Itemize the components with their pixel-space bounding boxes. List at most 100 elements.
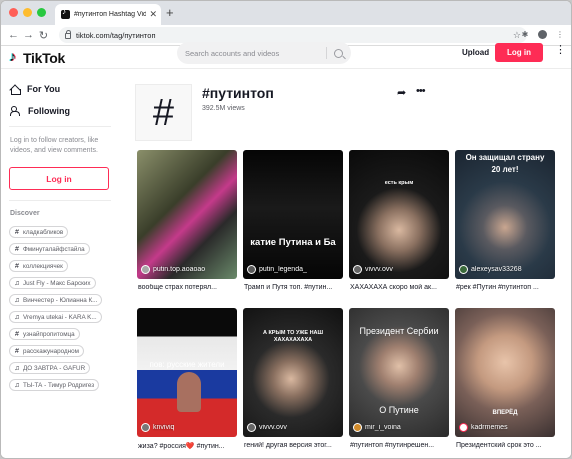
search-divider: [326, 47, 327, 59]
browser-menu-icon[interactable]: ⋮: [555, 29, 565, 39]
video-author[interactable]: alexeysav33268: [459, 265, 551, 274]
sidebar: For You Following Log in to follow creat…: [1, 70, 119, 458]
sidebar-login-button[interactable]: Log in: [9, 167, 109, 190]
video-caption[interactable]: Президентский срок это ...: [456, 442, 556, 449]
discover-chip-music[interactable]: ♫ ДО ЗАВТРА - GAFUR: [9, 362, 91, 374]
header-login-button[interactable]: Log in: [495, 43, 543, 62]
avatar: [353, 265, 362, 274]
sidebar-item-label: Following: [28, 106, 70, 116]
video-thumbnail[interactable]: Он защищал страну 20 лет! alexeysav33268: [455, 150, 555, 279]
chip-label: кладкабликов: [23, 228, 64, 236]
music-note-icon: ♫: [14, 279, 20, 287]
upload-link[interactable]: Upload: [462, 48, 489, 57]
forward-arrow-icon[interactable]: →: [21, 29, 36, 41]
username: vivvv.ovv: [259, 424, 287, 431]
video-author[interactable]: knviviq: [141, 423, 233, 432]
close-window-button[interactable]: [9, 8, 18, 17]
logo-text: TikTok: [23, 50, 66, 66]
sidebar-item-for-you[interactable]: For You: [10, 82, 60, 96]
browser-toolbar-icons: ✱ ⋮: [520, 29, 565, 39]
tiktok-favicon-icon: [61, 7, 70, 19]
search-icon[interactable]: [334, 48, 343, 58]
url-text[interactable]: tiktok.com/tag/путинтоп: [76, 31, 513, 40]
video-caption[interactable]: ХАХАХАХА скоро мой ак...: [350, 284, 450, 291]
chip-label: узнайпропитомца: [23, 330, 75, 338]
login-prompt: Log in to follow creators, like videos, …: [10, 137, 99, 154]
video-author[interactable]: kadrmemes: [459, 423, 551, 432]
discover-chip-hashtag[interactable]: # коллекциячек: [9, 260, 68, 272]
discover-chip-hashtag[interactable]: # Фминуталайфстайла: [9, 243, 90, 255]
video-overlay-text-secondary: О Путине: [379, 405, 419, 415]
discover-chip-music[interactable]: ♫ Vremya utekai - KARA K...: [9, 311, 102, 323]
video-overlay-text: А КРЫМ ТО УЖЕ НАШ ХАХАХАХАХА: [262, 330, 324, 343]
username: alexeysav33268: [471, 266, 522, 273]
video-caption[interactable]: Трамп и Путя топ. #путин...: [244, 284, 344, 291]
video-author[interactable]: putin_legenda_: [247, 265, 339, 274]
discover-chip-hashtag[interactable]: # узнайпропитомца: [9, 328, 80, 340]
video-author[interactable]: putin.top.aoaoao: [141, 265, 233, 274]
video-thumbnail[interactable]: ВПЕРЁД kadrmemes: [455, 308, 555, 437]
video-author[interactable]: mir_i_voina: [353, 423, 445, 432]
video-caption[interactable]: гений! другая версия этог...: [244, 442, 344, 449]
music-note-icon: ♫: [14, 296, 20, 304]
video-author[interactable]: vivvv.ovv: [353, 265, 445, 274]
views-count: 392.5M views: [202, 105, 245, 112]
tiktok-note-icon: [9, 48, 20, 64]
discover-chip-music[interactable]: ♫ Just Fly - Макс Барских: [9, 277, 96, 289]
video-caption[interactable]: #рек #Путин #путинтоп ...: [456, 284, 556, 291]
more-options-icon[interactable]: •••: [416, 85, 426, 97]
avatar: [141, 265, 150, 274]
back-arrow-icon[interactable]: ←: [6, 29, 21, 41]
tab-close-icon[interactable]: ✕: [149, 9, 157, 20]
sidebar-item-label: For You: [27, 84, 61, 94]
video-thumbnail[interactable]: пов: русские жители knviviq: [137, 308, 237, 437]
avatar: [247, 423, 256, 432]
maximize-window-button[interactable]: [37, 8, 46, 17]
minimize-window-button[interactable]: [23, 8, 32, 17]
video-overlay-text: есть крым: [384, 180, 414, 186]
video-thumbnail[interactable]: катие Путина и Ба putin_legenda_: [243, 150, 343, 279]
new-tab-button[interactable]: +: [166, 6, 174, 19]
tiktok-logo[interactable]: TikTok: [9, 47, 65, 69]
reload-icon[interactable]: ↻: [36, 29, 51, 42]
lock-icon: [65, 30, 71, 39]
music-note-icon: ♫: [14, 364, 20, 372]
discover-chip-hashtag[interactable]: # кладкабликов: [9, 226, 69, 238]
omnibox[interactable]: tiktok.com/tag/путинтоп ☆: [59, 27, 527, 43]
avatar: [459, 265, 468, 274]
video-overlay-text: катие Путина и Ба: [250, 238, 336, 248]
home-icon: [10, 85, 21, 95]
sidebar-item-following[interactable]: Following: [10, 104, 70, 118]
main-content: # #путинтоп 392.5M views ➦ ••• putin.top…: [119, 70, 571, 458]
video-caption[interactable]: жиза? #россия❤️ #путин...: [138, 442, 238, 450]
chip-label: коллекциячек: [23, 262, 63, 270]
username: knviviq: [153, 424, 175, 431]
discover-chip-hashtag[interactable]: # расскажународном: [9, 345, 84, 357]
video-author[interactable]: vivvv.ovv: [247, 423, 339, 432]
discover-title: Discover: [10, 210, 40, 217]
hashtag-icon: #: [15, 228, 19, 236]
video-overlay-text: пов: русские жители: [149, 360, 225, 369]
search-input[interactable]: Search accounts and videos: [185, 49, 326, 58]
search-bar[interactable]: Search accounts and videos: [177, 42, 351, 64]
tab-title: #путинтоп Hashtag Videos on: [74, 11, 147, 18]
chip-label: Vremya utekai - KARA K...: [23, 313, 97, 321]
video-caption[interactable]: #путинтоп #путинрешен...: [350, 442, 450, 449]
discover-chip-music[interactable]: ♫ ТЫ-ТА - Тимур Родригез: [9, 379, 100, 391]
users-icon: [10, 106, 21, 116]
avatar: [459, 423, 468, 432]
video-thumbnail[interactable]: есть крым vivvv.ovv: [349, 150, 449, 279]
video-caption[interactable]: вообще страх потерял...: [138, 284, 238, 291]
extensions-icon[interactable]: ✱: [520, 29, 530, 39]
discover-chip-music[interactable]: ♫ Винчестер - Юлианна К...: [9, 294, 103, 306]
profile-avatar-icon[interactable]: [538, 29, 547, 39]
more-menu-icon[interactable]: ⋮: [555, 45, 566, 56]
hashtag-icon: #: [15, 330, 19, 338]
username: vivvv.ovv: [365, 266, 393, 273]
video-thumbnail[interactable]: putin.top.aoaoao: [137, 150, 237, 279]
video-thumbnail[interactable]: А КРЫМ ТО УЖЕ НАШ ХАХАХАХАХА vivvv.ovv: [243, 308, 343, 437]
video-thumbnail[interactable]: Президент Сербии О Путине mir_i_voina: [349, 308, 449, 437]
video-person-shape: [177, 372, 201, 412]
share-icon[interactable]: ➦: [397, 87, 406, 99]
browser-tab[interactable]: #путинтоп Hashtag Videos on ✕: [55, 4, 161, 25]
